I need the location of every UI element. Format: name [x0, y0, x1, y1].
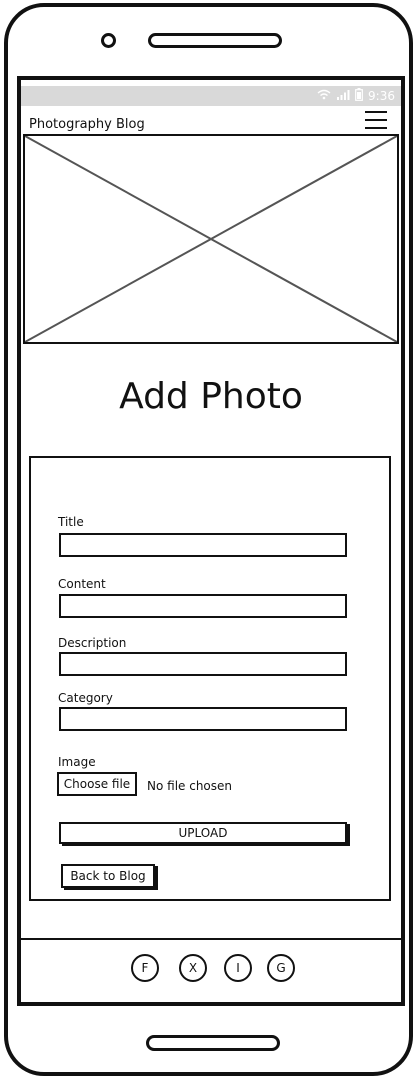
- brand-title[interactable]: Photography Blog: [29, 117, 145, 132]
- instagram-icon[interactable]: I: [224, 954, 252, 982]
- image-label: Image: [58, 755, 96, 769]
- navbar: Photography Blog: [21, 108, 401, 134]
- x-icon[interactable]: X: [179, 954, 207, 982]
- footer: F X I G: [21, 938, 401, 1006]
- content-label: Content: [58, 577, 106, 591]
- status-time: 9:36: [368, 89, 395, 103]
- signal-icon: [336, 89, 350, 103]
- content-input[interactable]: [59, 594, 347, 618]
- status-bar: 9:36: [21, 86, 401, 106]
- choose-file-button[interactable]: Choose file: [57, 772, 137, 796]
- upload-button[interactable]: UPLOAD: [59, 822, 347, 844]
- phone-screen: 9:36 Photography Blog Add Photo Title Co…: [17, 76, 405, 1006]
- category-input[interactable]: [59, 707, 347, 731]
- no-file-text: No file chosen: [147, 779, 233, 793]
- description-label: Description: [58, 636, 127, 650]
- title-input[interactable]: [59, 533, 347, 557]
- page-title: Add Photo: [119, 376, 303, 417]
- description-input[interactable]: [59, 652, 347, 676]
- github-icon[interactable]: G: [267, 954, 295, 982]
- back-to-blog-button[interactable]: Back to Blog: [61, 864, 155, 888]
- hero-image-placeholder: [23, 134, 399, 344]
- title-label: Title: [58, 515, 84, 529]
- speaker-grille: [148, 33, 282, 48]
- battery-icon: [355, 88, 363, 104]
- hamburger-menu-icon[interactable]: [365, 111, 387, 129]
- camera-icon: [101, 33, 116, 48]
- home-button[interactable]: [146, 1035, 280, 1051]
- category-label: Category: [58, 691, 113, 705]
- wifi-icon: [317, 89, 331, 103]
- facebook-icon[interactable]: F: [131, 954, 159, 982]
